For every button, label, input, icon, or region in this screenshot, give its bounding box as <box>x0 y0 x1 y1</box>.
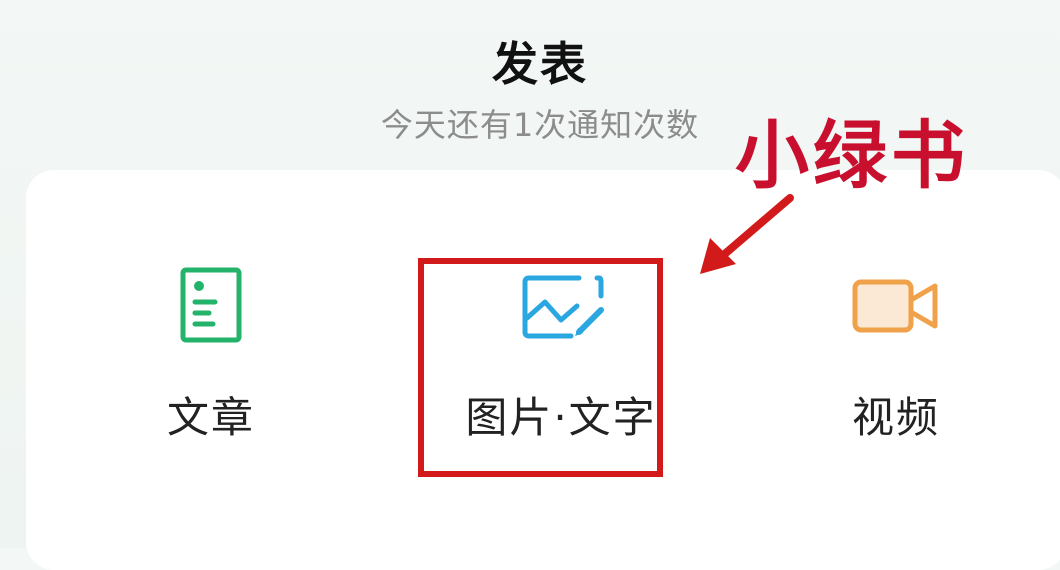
image-text-option-label: 图片·文字 <box>465 393 657 442</box>
publish-image-text-option[interactable]: 图片·文字 <box>441 170 681 548</box>
publish-video-option[interactable]: 视频 <box>781 170 1011 548</box>
image-edit-icon <box>521 272 607 346</box>
article-option-label: 文章 <box>166 393 255 442</box>
publish-options-sheet: 文章 图片·文字 视频 <box>26 170 1060 570</box>
page-title: 发表 <box>492 37 588 91</box>
publish-article-option[interactable]: 文章 <box>106 170 316 548</box>
article-document-icon <box>179 266 243 348</box>
video-camera-icon <box>851 276 941 340</box>
annotation-label: 小绿书 <box>735 113 969 199</box>
red-arrow-icon <box>690 192 800 286</box>
video-option-label: 视频 <box>851 393 940 442</box>
